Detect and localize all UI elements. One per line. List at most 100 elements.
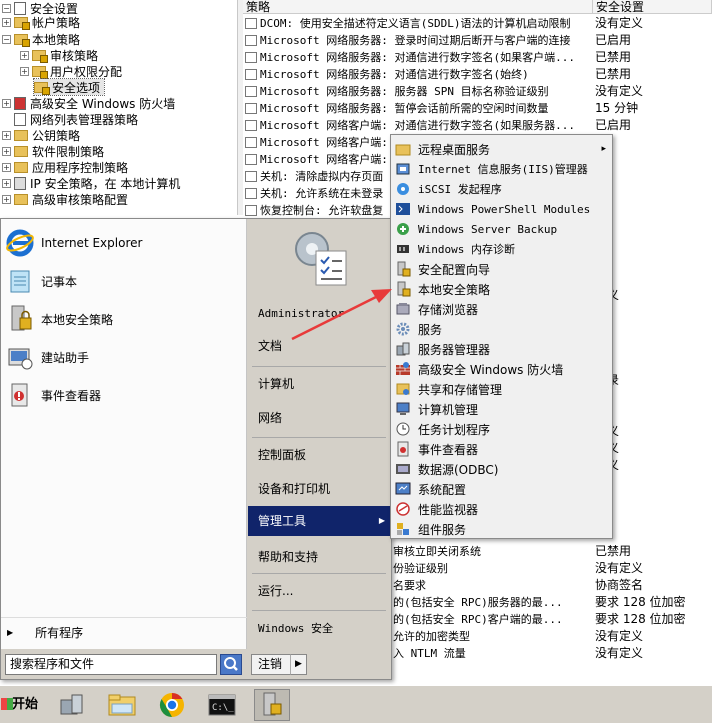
submenu-arrow-icon: ▸	[601, 144, 606, 154]
policy-icon	[245, 69, 257, 80]
policy-row[interactable]: Microsoft 网络服务器: 登录时间过期后断开与客户端的连接 已启用	[243, 32, 712, 49]
link-help-support[interactable]: 帮助和支持	[248, 542, 391, 572]
policy-name: Microsoft 网络服务器: 登录时间过期后断开与客户端的连接	[260, 34, 571, 47]
policy-row[interactable]: Microsoft 网络服务器: 对通信进行数字签名(始终) 已禁用	[243, 66, 712, 83]
console-tree: − 安全设置 + 帐户策略 − 本地策略 + 审核策略 + 用户权限分配 安全选…	[0, 0, 237, 215]
policy-folder-icon	[14, 33, 30, 47]
expand-icon[interactable]: +	[2, 178, 11, 188]
local-security-policy-taskbar-icon[interactable]	[254, 689, 290, 721]
submenu-item[interactable]: 计算机管理	[391, 399, 612, 419]
program-local-security-policy[interactable]: 本地安全策略	[4, 301, 244, 337]
submenu-item[interactable]: 性能监视器	[391, 499, 612, 519]
tree-item-label: 本地策略	[32, 32, 81, 47]
submenu-item[interactable]: Internet 信息服务(IIS)管理器	[391, 159, 612, 179]
server-manager-icon[interactable]	[54, 689, 90, 721]
policy-icon	[245, 35, 257, 46]
tree-item-local-policy[interactable]: − 本地策略	[2, 31, 80, 47]
submenu-item[interactable]: 服务	[391, 319, 612, 339]
submenu-item[interactable]: 共享和存储管理	[391, 379, 612, 399]
submenu-item[interactable]: 数据源(ODBC)	[391, 459, 612, 479]
expand-icon[interactable]: +	[2, 194, 11, 204]
link-devices-printers[interactable]: 设备和打印机	[248, 474, 391, 504]
policy-row[interactable]: Microsoft 网络服务器: 暂停会话前所需的空闲时间数量 15 分钟	[243, 100, 712, 117]
policy-row[interactable]: Microsoft 网络客户端: 对通信进行数字签名(如果服务器... 已启用	[243, 117, 712, 134]
submenu-item[interactable]: Windows PowerShell Modules	[391, 199, 612, 219]
policy-setting: 已禁用	[595, 67, 632, 81]
expand-icon[interactable]: +	[2, 130, 11, 140]
link-windows-security[interactable]: Windows 安全	[248, 614, 391, 644]
link-computer[interactable]: 计算机	[248, 369, 391, 399]
expand-icon[interactable]: +	[20, 66, 29, 76]
tree-item-security-options[interactable]: 安全选项	[32, 78, 106, 96]
link-control-panel[interactable]: 控制面板	[248, 440, 391, 470]
link-administrator[interactable]: Administrator	[248, 299, 391, 329]
tree-item-public-key[interactable]: + 公钥策略	[2, 127, 80, 143]
submenu-item[interactable]: Windows 内存诊断	[391, 239, 612, 259]
submenu-item[interactable]: 事件查看器	[391, 439, 612, 459]
submenu-item[interactable]: 安全配置向导	[391, 259, 612, 279]
expand-icon[interactable]: +	[2, 162, 11, 172]
tree-item-account-policy[interactable]: + 帐户策略	[2, 14, 80, 30]
chrome-icon[interactable]	[154, 689, 190, 721]
submenu-item[interactable]: 高级安全 Windows 防火墙	[391, 359, 612, 379]
search-icon[interactable]	[220, 654, 242, 675]
policy-row[interactable]: Microsoft 网络服务器: 对通信进行数字签名(如果客户端... 已禁用	[243, 49, 712, 66]
submenu-item[interactable]: Windows Server Backup	[391, 219, 612, 239]
submenu-item[interactable]: 本地安全策略	[391, 279, 612, 299]
policy-row[interactable]: DCOM: 使用安全描述符定义语言(SDDL)语法的计算机启动限制 没有定义	[243, 15, 712, 32]
policy-setting: 要求 128 位加密	[595, 595, 686, 609]
security-wizard-icon	[395, 261, 411, 277]
start-button[interactable]: 开始	[1, 689, 42, 721]
expand-icon[interactable]: +	[20, 50, 29, 60]
tree-item-label: 高级安全 Windows 防火墙	[30, 96, 176, 111]
submenu-item[interactable]: 远程桌面服务 ▸	[391, 139, 612, 159]
policy-setting: 没有定义	[595, 84, 644, 98]
program-internet-explorer[interactable]: Internet Explorer	[4, 225, 244, 261]
tree-item-ip-security[interactable]: + IP 安全策略，在 本地计算机	[2, 175, 180, 191]
tree-item-label: 审核策略	[50, 48, 99, 63]
submenu-item[interactable]: 存储浏览器	[391, 299, 612, 319]
start-menu: Internet Explorer 记事本 本地安全策略 建站助手 事件查看器	[0, 218, 392, 680]
explorer-folder-icon[interactable]	[104, 689, 140, 721]
policy-icon	[245, 137, 257, 148]
folder-icon	[14, 145, 28, 157]
submenu-item-label: 事件查看器	[418, 442, 479, 457]
user-picture-icon[interactable]	[290, 227, 354, 291]
submenu-item[interactable]: 服务器管理器	[391, 339, 612, 359]
cmd-icon[interactable]: C:\_	[204, 689, 240, 721]
link-run[interactable]: 运行...	[248, 576, 391, 606]
policy-setting: 没有定义	[595, 16, 644, 30]
expand-icon[interactable]: +	[2, 146, 11, 156]
tree-item-advanced-audit[interactable]: + 高级审核策略配置	[2, 191, 128, 207]
link-admin-tools[interactable]: 管理工具 ▶	[248, 506, 391, 536]
policy-name: DCOM: 使用安全描述符定义语言(SDDL)语法的计算机启动限制	[260, 17, 571, 30]
link-network[interactable]: 网络	[248, 403, 391, 433]
program-notepad[interactable]: 记事本	[4, 263, 244, 299]
expand-icon[interactable]: +	[2, 98, 11, 108]
submenu-item[interactable]: 组件服务	[391, 519, 612, 539]
search-input[interactable]: 搜索程序和文件	[5, 654, 217, 675]
folder-icon	[395, 141, 411, 157]
tree-item-audit-policy[interactable]: + 审核策略	[20, 47, 98, 63]
tree-item-network-list[interactable]: 网络列表管理器策略	[14, 111, 138, 127]
submenu-item-label: iSCSI 发起程序	[418, 183, 502, 196]
tree-item-label: 帐户策略	[32, 15, 81, 30]
tree-item-user-rights[interactable]: + 用户权限分配	[20, 63, 122, 79]
tree-item-app-control[interactable]: + 应用程序控制策略	[2, 159, 128, 175]
collapse-icon[interactable]: −	[2, 3, 11, 13]
column-header-policy[interactable]: 策略	[243, 0, 593, 14]
link-documents[interactable]: 文档	[248, 331, 391, 361]
expand-icon[interactable]: +	[2, 17, 11, 27]
submenu-item[interactable]: 任务计划程序	[391, 419, 612, 439]
submenu-item[interactable]: iSCSI 发起程序	[391, 179, 612, 199]
policy-row[interactable]: Microsoft 网络服务器: 服务器 SPN 目标名称验证级别 没有定义	[243, 83, 712, 100]
submenu-item[interactable]: 系统配置	[391, 479, 612, 499]
shutdown-options-arrow-icon[interactable]: ▶	[290, 654, 307, 675]
tree-item-firewall[interactable]: + 高级安全 Windows 防火墙	[2, 95, 175, 111]
program-event-viewer[interactable]: 事件查看器	[4, 377, 244, 413]
collapse-icon[interactable]: −	[2, 34, 11, 44]
column-header-setting[interactable]: 安全设置	[593, 0, 712, 14]
program-site-assistant[interactable]: 建站助手	[4, 339, 244, 375]
all-programs-button[interactable]: ▶ 所有程序	[1, 617, 247, 647]
tree-item-software-restriction[interactable]: + 软件限制策略	[2, 143, 104, 159]
